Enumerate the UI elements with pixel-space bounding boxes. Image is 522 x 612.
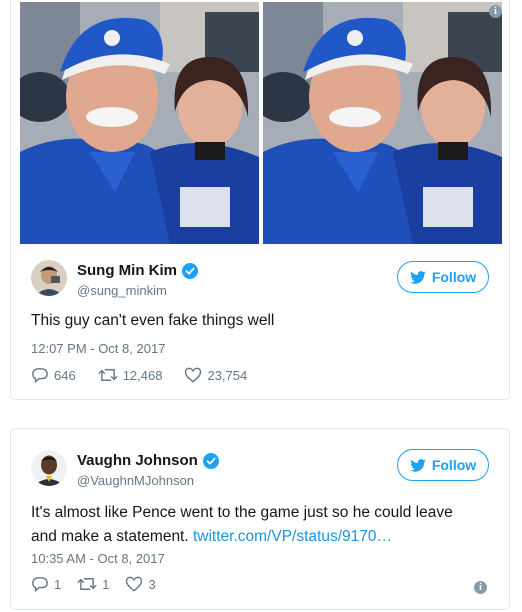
twitter-bird-icon [410,270,426,284]
avatar[interactable] [31,260,67,296]
tweet-timestamp[interactable]: 12:07 PM - Oct 8, 2017 [31,341,165,356]
user-name-line: Sung Min Kim [77,262,198,279]
user-name[interactable]: Sung Min Kim [77,262,177,279]
like-action[interactable]: 3 [125,576,156,592]
retweet-action[interactable]: 12,468 [98,367,163,383]
reply-icon [32,368,48,383]
tweet-card: i Sung Min Kim @sung_minkim Follow This … [10,0,510,400]
like-action[interactable]: 23,754 [184,367,247,383]
info-icon[interactable]: i [474,581,487,594]
like-count: 3 [148,576,156,592]
verified-badge-icon [202,452,219,469]
retweet-icon [98,369,118,381]
follow-label: Follow [431,457,477,473]
verified-badge-icon [182,262,198,279]
follow-button[interactable]: Follow [397,449,489,481]
tweet-timestamp[interactable]: 10:35 AM - Oct 8, 2017 [31,551,165,566]
reply-count: 646 [54,367,76,383]
follow-button[interactable]: Follow [397,261,489,293]
retweet-count: 1 [102,576,110,592]
reply-icon [32,577,48,592]
tweet-text: It's almost like Pence went to the game … [31,501,491,549]
selfie-photo[interactable] [20,2,259,244]
tweet-link[interactable]: twitter.com/VP/status/9170… [193,528,392,545]
selfie-photo-duplicate[interactable] [263,2,502,244]
tweet-media[interactable] [20,2,502,244]
avatar[interactable] [31,450,67,486]
info-icon[interactable]: i [489,5,502,18]
retweet-icon [77,578,97,590]
reply-count: 1 [54,576,62,592]
follow-label: Follow [431,269,477,285]
tweet-text: This guy can't even fake things well [31,312,275,329]
like-count: 23,754 [207,367,248,383]
reply-action[interactable]: 646 [31,367,76,383]
user-handle[interactable]: @VaughnMJohnson [77,473,194,488]
tweet-text-line-1: It's almost like Pence went to the game … [31,504,453,521]
tweet-actions: 1 1 3 [31,576,178,592]
tweet-actions: 646 12,468 23,754 [31,367,269,383]
tweet-text-line-2: and make a statement. [31,528,189,545]
reply-action[interactable]: 1 [31,576,61,592]
heart-icon [126,576,143,592]
twitter-bird-icon [410,458,426,472]
heart-icon [185,367,202,383]
user-name[interactable]: Vaughn Johnson [77,452,198,469]
retweet-action[interactable]: 1 [77,577,109,592]
retweet-count: 12,468 [122,367,163,383]
tweet-card: Vaughn Johnson @VaughnMJohnson Follow It… [10,428,510,610]
user-name-line: Vaughn Johnson [77,452,219,469]
user-handle[interactable]: @sung_minkim [77,283,167,298]
